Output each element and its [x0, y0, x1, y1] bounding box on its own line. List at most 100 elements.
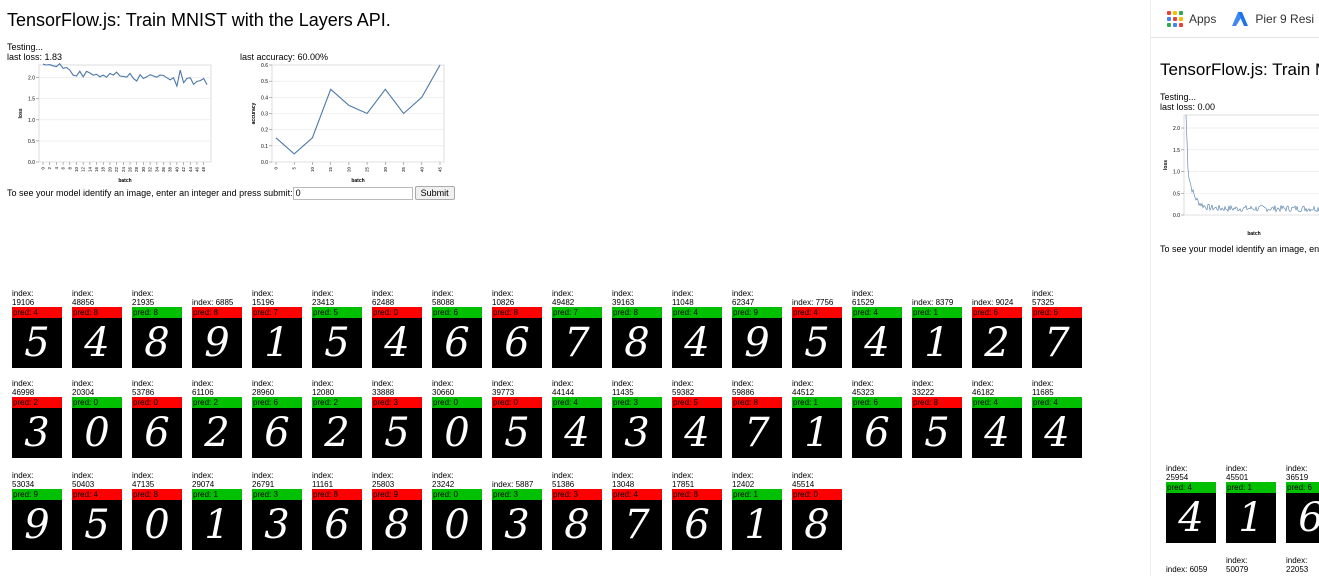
bookmark-apps-label: Apps: [1189, 11, 1217, 26]
example-card: index: 25803 pred: 98: [372, 469, 422, 550]
digit-image: 2: [192, 408, 242, 458]
example-card: index: 11685 pred: 44: [1032, 377, 1082, 458]
plot-area: [38, 64, 212, 163]
example-card: index: 21935 pred: 88: [132, 287, 182, 368]
prediction-label: pred: 8: [312, 489, 362, 500]
example-index-label: index: 49482: [552, 289, 575, 307]
example-index-label: index: 6885: [192, 298, 234, 307]
example-index-label: index: 47135: [132, 471, 155, 489]
example-index-label: index: 39773: [492, 379, 515, 397]
x-tick-label: 4: [54, 167, 59, 170]
prediction-label: pred: 5: [672, 397, 722, 408]
example-index-label: index: 9024: [972, 298, 1014, 307]
x-tick-label: 18: [101, 167, 106, 173]
prediction-label: pred: 3: [552, 489, 602, 500]
example-index-label: index: 6059: [1166, 565, 1208, 574]
example-index-label: index: 11435: [612, 379, 634, 397]
x-tick-label: 48: [201, 167, 206, 173]
prediction-label: pred: 4: [552, 397, 602, 408]
page-title: TensorFlow.js: Train MNIST with the Laye…: [7, 10, 391, 30]
digit-image: 4: [1166, 493, 1216, 543]
example-card: index: 11435 pred: 33: [612, 377, 662, 458]
example-card: index: 62347 pred: 99: [732, 287, 782, 368]
last-accuracy-label: last accuracy: 60.00%: [240, 52, 329, 62]
example-card: index: 51386 pred: 38: [552, 469, 602, 550]
digit-image: 6: [492, 318, 542, 368]
digit-image: 0: [432, 408, 482, 458]
digit-image: 8: [612, 318, 662, 368]
x-axis-label: batch: [1247, 231, 1260, 237]
digit-image: 7: [1032, 318, 1082, 368]
prediction-label: pred: 9: [732, 307, 782, 318]
prediction-label: pred: 4: [12, 307, 62, 318]
bookmark-apps[interactable]: Apps: [1167, 10, 1217, 27]
example-index-label: index: 33888: [372, 379, 395, 397]
example-card: index: 45501 pred: 11: [1226, 462, 1276, 543]
digit-image: 2: [312, 408, 362, 458]
x-tick-label: 42: [181, 167, 186, 173]
x-tick-label: 24: [121, 167, 126, 173]
index-input[interactable]: [292, 186, 413, 200]
digit-image: 5: [492, 408, 542, 458]
prediction-label: pred: 9: [372, 489, 422, 500]
series-line: [275, 64, 441, 155]
submit-button[interactable]: Submit: [414, 186, 455, 200]
y-tick-label: 2.0: [28, 76, 35, 82]
example-card: index: 10826 pred: 86: [492, 287, 542, 368]
prediction-label: pred: 7: [252, 307, 302, 318]
y-tick-label: 0.0: [28, 160, 35, 166]
prediction-label: pred: 4: [1032, 397, 1082, 408]
digit-image: 3: [612, 408, 662, 458]
prediction-label: pred: 4: [852, 307, 902, 318]
digit-image: 4: [1032, 408, 1082, 458]
example-index-label: index: 62347: [732, 289, 755, 307]
example-index-label: index: 20304: [72, 379, 95, 397]
bookmark-pier9[interactable]: Pier 9 Resi: [1232, 11, 1314, 26]
example-index-label: index: 5887: [492, 480, 534, 489]
example-index-label: index: 50403: [72, 471, 95, 489]
digit-image: 8: [552, 500, 602, 550]
series-line: [42, 62, 208, 88]
digit-image: 4: [672, 408, 722, 458]
example-card: index: 13048 pred: 47: [612, 469, 662, 550]
y-tick-label: 1.0: [28, 118, 35, 124]
example-index-label: index: 59886: [732, 379, 755, 397]
example-card: index: 23413 pred: 55: [312, 287, 362, 368]
x-tick-label: 2: [47, 167, 52, 170]
digit-image: 4: [672, 318, 722, 368]
x-tick-label: 30: [383, 167, 388, 173]
x-tick-label: 10: [74, 167, 79, 173]
prediction-label: pred: 8: [612, 307, 662, 318]
x-tick-label: 12: [81, 167, 86, 173]
digit-image: 3: [252, 500, 302, 550]
example-card: index: 46998 pred: 23: [12, 377, 62, 458]
example-index-label: index: 36519: [1286, 464, 1309, 482]
y-tick-label: 0.5: [1173, 191, 1180, 197]
example-card: index: 53034 pred: 99: [12, 469, 62, 550]
example-card: index: 36519pred: 66: [1286, 462, 1319, 543]
prediction-label: pred: 6: [252, 397, 302, 408]
digit-image: 6: [252, 408, 302, 458]
x-tick-label: 40: [419, 167, 424, 173]
example-index-label: index: 28960: [252, 379, 275, 397]
y-tick-label: 0.1: [261, 144, 268, 150]
example-index-label: index: 19106: [12, 289, 35, 307]
digit-image: 1: [192, 500, 242, 550]
x-tick-label: 25: [365, 167, 370, 173]
digit-image: 6: [1286, 493, 1319, 543]
example-card: index: 23242 pred: 00: [432, 469, 482, 550]
x-tick-label: 0: [41, 167, 46, 170]
prediction-label: pred: 8: [132, 489, 182, 500]
example-card: index: 6885 pred: 89: [192, 287, 242, 368]
example-index-label: index: 12080: [312, 379, 335, 397]
x-tick-label: 20: [346, 167, 351, 173]
prediction-label: pred: 3: [612, 397, 662, 408]
digit-image: 6: [672, 500, 722, 550]
x-tick-label: 26: [128, 167, 133, 173]
x-tick-label: 45: [438, 167, 443, 173]
prediction-label: pred: 3: [252, 489, 302, 500]
example-index-label: index: 51386: [552, 471, 575, 489]
prediction-label: pred: 0: [72, 397, 122, 408]
example-card: index: 22053: [1286, 554, 1319, 574]
example-card: index: 45514 pred: 08: [792, 469, 842, 550]
